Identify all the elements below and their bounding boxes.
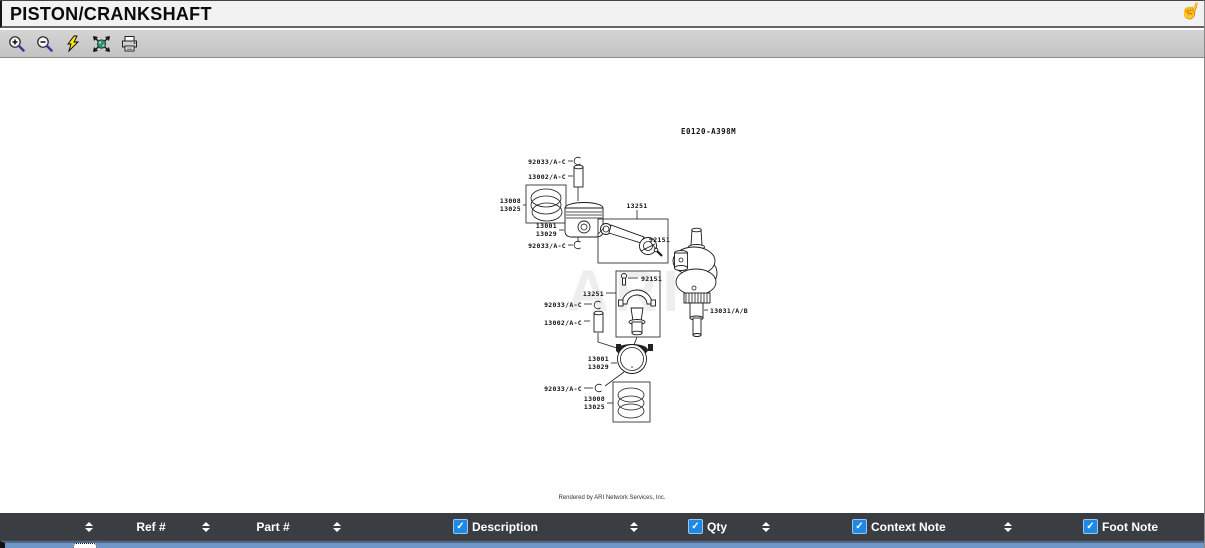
- sort-icon[interactable]: [1004, 522, 1012, 532]
- part-label[interactable]: 13251: [583, 290, 604, 298]
- toolbar: [0, 30, 1205, 58]
- circlip-part: [595, 384, 601, 392]
- part-label[interactable]: 13031/A/B: [710, 307, 748, 315]
- sort-icon[interactable]: [762, 522, 770, 532]
- circlip-part: [574, 241, 580, 249]
- column-header-qty: Qty: [688, 519, 727, 534]
- part-label[interactable]: 92033/A-C: [528, 242, 566, 250]
- print-icon: [120, 35, 139, 53]
- context-note-checkbox[interactable]: [852, 519, 867, 534]
- zoom-in-button[interactable]: [6, 33, 28, 55]
- column-header-ref[interactable]: Ref #: [136, 520, 165, 534]
- piston-part: [565, 203, 603, 238]
- part-label[interactable]: 13025: [500, 205, 521, 213]
- column-header-description-label[interactable]: Description: [472, 520, 538, 534]
- parts-diagram: ARI E0120-A398M: [0, 58, 1205, 513]
- part-label[interactable]: 13002/A-C: [528, 173, 566, 181]
- sort-icon[interactable]: [333, 522, 341, 532]
- parts-viewer-window: PISTON/CRANKSHAFT: [0, 0, 1205, 548]
- page-title: PISTON/CRANKSHAFT: [10, 4, 212, 25]
- print-button[interactable]: [118, 33, 140, 55]
- hand-cursor-icon: [1177, 0, 1203, 24]
- column-header-foot-note: Foot Note: [1083, 519, 1158, 534]
- table-header: Ref # Part # Description Qty Context Not…: [0, 513, 1205, 541]
- piston-rings-part: [526, 185, 566, 223]
- sort-icon[interactable]: [202, 522, 210, 532]
- part-label[interactable]: 13008: [584, 395, 605, 403]
- part-label[interactable]: 92033/A-C: [528, 158, 566, 166]
- part-label[interactable]: 13251: [626, 202, 647, 210]
- zoom-in-icon: [8, 35, 26, 53]
- part-label[interactable]: 13002/A-C: [544, 319, 582, 327]
- part-label[interactable]: 13029: [588, 363, 609, 371]
- part-label[interactable]: 13001: [588, 355, 609, 363]
- column-header-context-note: Context Note: [852, 519, 946, 534]
- part-label[interactable]: 92151: [649, 236, 670, 244]
- part-label[interactable]: 13001: [536, 222, 557, 230]
- zoom-out-button[interactable]: [34, 33, 56, 55]
- hotspot-toggle-button[interactable]: [62, 33, 84, 55]
- column-header-part[interactable]: Part #: [256, 520, 289, 534]
- circlip-part: [574, 157, 580, 165]
- column-header-context-note-label[interactable]: Context Note: [871, 520, 946, 534]
- title-bar: PISTON/CRANKSHAFT: [0, 1, 1205, 28]
- lightning-icon: [65, 35, 81, 53]
- description-checkbox[interactable]: [453, 519, 468, 534]
- part-label[interactable]: 92033/A-C: [544, 385, 582, 393]
- fit-to-window-icon: [92, 35, 111, 53]
- piston-pin-part: [574, 165, 583, 187]
- table-selected-row[interactable]: [0, 541, 1205, 548]
- fit-to-window-button[interactable]: [90, 33, 112, 55]
- part-label[interactable]: 13029: [536, 230, 557, 238]
- part-label[interactable]: 13025: [584, 403, 605, 411]
- focus-marquee: [73, 543, 97, 548]
- column-header-foot-note-label[interactable]: Foot Note: [1102, 520, 1158, 534]
- sort-icon[interactable]: [85, 522, 93, 532]
- diagram-canvas[interactable]: ARI E0120-A398M: [0, 58, 1205, 513]
- part-label[interactable]: 92033/A-C: [544, 301, 582, 309]
- part-label[interactable]: 92151: [641, 275, 662, 283]
- piston-pin-part: [594, 311, 603, 332]
- piston-rings-part: [613, 382, 650, 422]
- qty-checkbox[interactable]: [688, 519, 703, 534]
- column-header-qty-label[interactable]: Qty: [707, 520, 727, 534]
- column-header-description: Description: [453, 519, 538, 534]
- sort-icon[interactable]: [630, 522, 638, 532]
- render-credit: Rendered by ARI Network Services, Inc.: [558, 495, 665, 501]
- diagram-code: E0120-A398M: [681, 127, 736, 136]
- zoom-out-icon: [36, 35, 54, 53]
- foot-note-checkbox[interactable]: [1083, 519, 1098, 534]
- part-label[interactable]: 13008: [500, 197, 521, 205]
- piston-top-view-part: [616, 344, 653, 374]
